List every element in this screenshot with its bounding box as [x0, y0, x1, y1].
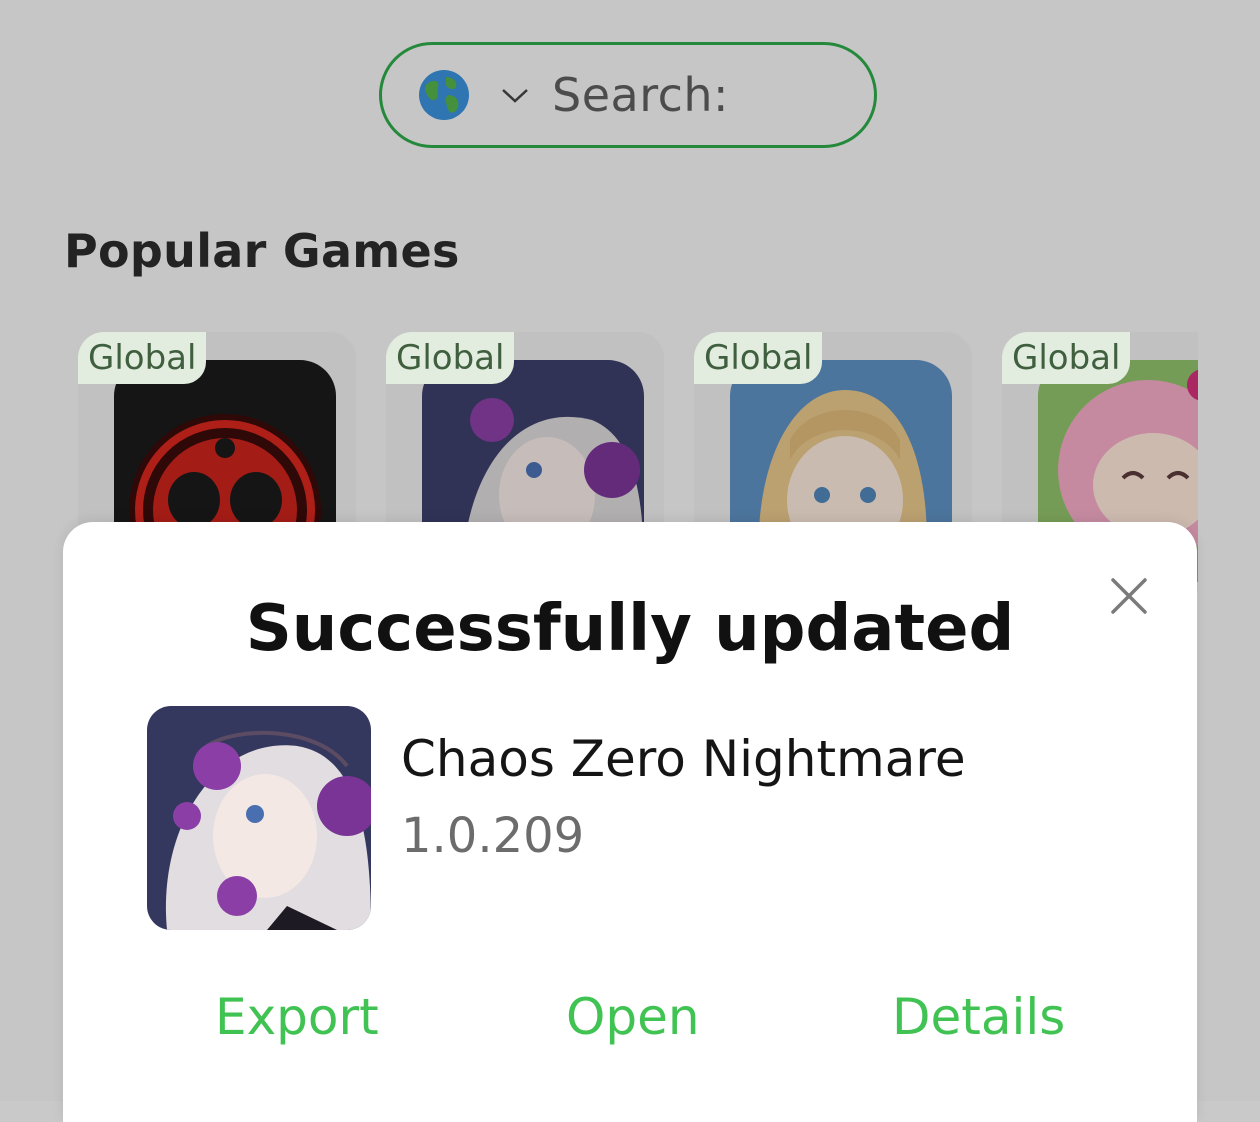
globe-icon[interactable]	[418, 69, 470, 121]
details-button[interactable]: Details	[892, 988, 1065, 1046]
search-bar[interactable]: Search:	[379, 42, 877, 148]
region-badge: Global	[386, 332, 515, 384]
dialog-actions: Export Open Details	[63, 988, 1197, 1058]
update-success-dialog: Successfully updated Chaos Zero Nightmar…	[63, 522, 1197, 1122]
region-badge: Global	[1002, 332, 1131, 384]
app-name: Chaos Zero Nightmare	[401, 730, 966, 788]
dialog-title: Successfully updated	[245, 592, 1015, 666]
app-version: 1.0.209	[401, 808, 585, 864]
popular-games-title: Popular Games	[64, 224, 460, 278]
region-badge: Global	[78, 332, 207, 384]
export-button[interactable]: Export	[215, 988, 379, 1046]
search-label[interactable]: Search:	[552, 68, 729, 122]
app-icon	[147, 706, 371, 930]
updated-app-info: Chaos Zero Nightmare 1.0.209	[147, 706, 966, 930]
region-badge: Global	[694, 332, 823, 384]
open-button[interactable]: Open	[566, 988, 700, 1046]
chevron-down-icon[interactable]	[500, 85, 530, 105]
